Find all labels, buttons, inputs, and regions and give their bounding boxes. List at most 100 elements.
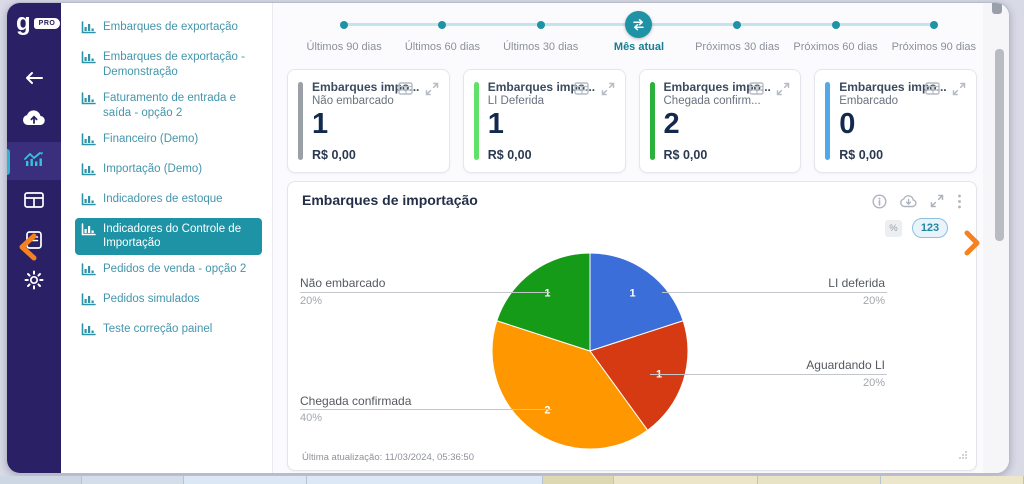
sidebar-item[interactable]: Indicadores do Controle de Importação <box>75 218 262 256</box>
card-value: 1 <box>488 110 617 139</box>
sidebar-item-label: Indicadores do Controle de Importação <box>103 222 256 252</box>
timeline-step-label: Mês atual <box>614 41 664 53</box>
timeline-step[interactable]: Últimos 90 dias <box>295 8 393 56</box>
sidebar-item-label: Embarques de exportação - Demonstração <box>103 50 256 80</box>
pie-label-aguardando-li: Aguardando LI <box>806 358 885 372</box>
expand-icon[interactable] <box>601 82 615 96</box>
rail-item-cloud-upload[interactable] <box>7 101 61 139</box>
card-icons <box>925 82 966 96</box>
timeline-step-label: Próximos 30 dias <box>695 41 779 53</box>
period-dot <box>733 8 741 41</box>
card-subtitle: Não embarcado <box>312 95 441 107</box>
pie-percent-nao-embarcado: 20% <box>300 295 322 307</box>
card-amount: R$ 0,00 <box>664 148 708 162</box>
card-value: 0 <box>839 110 968 139</box>
pie-label-nao-embarcado: Não embarcado <box>300 276 385 290</box>
settings-gear-icon <box>24 270 44 295</box>
vertical-scrollbar-thumb[interactable] <box>995 49 1004 241</box>
svg-text:2: 2 <box>544 405 550 417</box>
active-period-dot <box>625 8 652 41</box>
pie-percent-chegada-confirmada: 40% <box>300 412 322 424</box>
pro-badge: PRO <box>34 18 61 29</box>
sidebar-item[interactable]: Pedidos simulados <box>75 288 262 315</box>
pie-label-li-deferida: LI deferida <box>828 276 885 290</box>
timeline-step-label: Próximos 60 dias <box>793 41 877 53</box>
table-icon[interactable] <box>749 82 764 96</box>
sidebar-item[interactable]: Importação (Demo) <box>75 158 262 185</box>
sidebar-item[interactable]: Faturamento de entrada e saída - opção 2 <box>75 87 262 125</box>
period-dot <box>537 8 545 41</box>
logo-g-icon: g <box>16 12 31 34</box>
card-subtitle: Chegada confirm... <box>664 95 793 107</box>
leader-line <box>650 374 887 375</box>
rail-item-table[interactable] <box>7 183 61 221</box>
kpi-card[interactable]: Embarques impo...LI Deferida1R$ 0,00 <box>463 69 626 173</box>
main-content: Últimos 90 dias Últimos 60 dias Últimos 30… <box>273 3 1009 473</box>
timeline-step[interactable]: Mês atual <box>590 8 688 56</box>
sidebar-item-label: Pedidos simulados <box>103 292 200 307</box>
number-toggle-button[interactable]: 123 <box>912 218 948 238</box>
sidebar-item[interactable]: Embarques de exportação - Demonstração <box>75 46 262 84</box>
period-dot <box>930 21 938 29</box>
timeline-step[interactable]: Próximos 90 dias <box>885 8 983 56</box>
panel-resize-handle[interactable] <box>958 447 968 465</box>
scrollbar-top-cap[interactable] <box>992 3 1002 14</box>
collapse-menu-chevron-icon[interactable] <box>15 231 41 268</box>
cloud-upload-icon <box>22 109 46 131</box>
timeline-step[interactable]: Próximos 30 dias <box>688 8 786 56</box>
expand-icon[interactable] <box>776 82 790 96</box>
sidebar-item[interactable]: Teste correção painel <box>75 318 262 345</box>
period-dot <box>537 21 545 29</box>
table-icon <box>24 192 44 213</box>
rail-item-back-arrow[interactable] <box>7 61 61 99</box>
card-accent-bar <box>825 82 830 160</box>
kpi-card[interactable]: Embarques impo...Não embarcado1R$ 0,00 <box>287 69 450 173</box>
pie-chart[interactable]: 1121 <box>492 253 688 454</box>
period-dot <box>438 8 446 41</box>
bottom-strip <box>0 476 1024 484</box>
sidebar-item-label: Embarques de exportação <box>103 20 238 35</box>
sidebar-item[interactable]: Indicadores de estoque <box>75 188 262 215</box>
expand-icon[interactable] <box>952 82 966 96</box>
kpi-card[interactable]: Embarques impo...Embarcado0R$ 0,00 <box>814 69 977 173</box>
sidebar-item-label: Financeiro (Demo) <box>103 132 198 147</box>
info-icon[interactable] <box>872 194 887 209</box>
expand-icon[interactable] <box>425 82 439 96</box>
rail-item-settings-gear[interactable] <box>7 263 61 301</box>
period-dot <box>832 8 840 41</box>
kpi-card[interactable]: Embarques impo...Chegada confirm...2R$ 0… <box>639 69 802 173</box>
bar-chart-icon <box>81 162 96 181</box>
pie-percent-aguardando-li: 20% <box>863 377 885 389</box>
active-rail-indicator <box>7 149 10 175</box>
sidebar-item[interactable]: Embarques de exportação <box>75 16 262 43</box>
timeline-step[interactable]: Próximos 60 dias <box>786 8 884 56</box>
expand-icon[interactable] <box>930 194 944 209</box>
analytics-icon <box>23 151 45 172</box>
card-accent-bar <box>298 82 303 160</box>
table-icon[interactable] <box>398 82 413 96</box>
next-page-chevron-icon[interactable] <box>961 227 983 264</box>
app-window: g PRO Embarques de exportação Embarques d… <box>6 2 1010 474</box>
sidebar-item[interactable]: Pedidos de venda - opção 2 <box>75 258 262 285</box>
timeline-step[interactable]: Últimos 30 dias <box>492 8 590 56</box>
period-dot <box>340 21 348 29</box>
timeline-step-label: Últimos 60 dias <box>405 41 480 53</box>
timeline-step[interactable]: Últimos 60 dias <box>393 8 491 56</box>
bar-chart-icon <box>81 322 96 341</box>
rail-item-analytics[interactable] <box>7 142 61 180</box>
cloud-download-icon[interactable] <box>900 194 917 209</box>
percent-toggle-button[interactable]: % <box>885 220 902 237</box>
period-dot <box>832 21 840 29</box>
bar-chart-icon <box>81 192 96 211</box>
card-amount: R$ 0,00 <box>839 148 883 162</box>
leader-line <box>662 292 887 293</box>
table-icon[interactable] <box>574 82 589 96</box>
brand-logo[interactable]: g PRO <box>16 12 60 34</box>
table-icon[interactable] <box>925 82 940 96</box>
kebab-menu-icon[interactable] <box>957 194 962 209</box>
card-subtitle: LI Deferida <box>488 95 617 107</box>
pie-chart-panel: Embarques de importação % 123 1121 Não e… <box>287 181 977 471</box>
pie-label-chegada-confirmada: Chegada confirmada <box>300 394 411 408</box>
card-subtitle: Embarcado <box>839 95 968 107</box>
sidebar-item[interactable]: Financeiro (Demo) <box>75 128 262 155</box>
